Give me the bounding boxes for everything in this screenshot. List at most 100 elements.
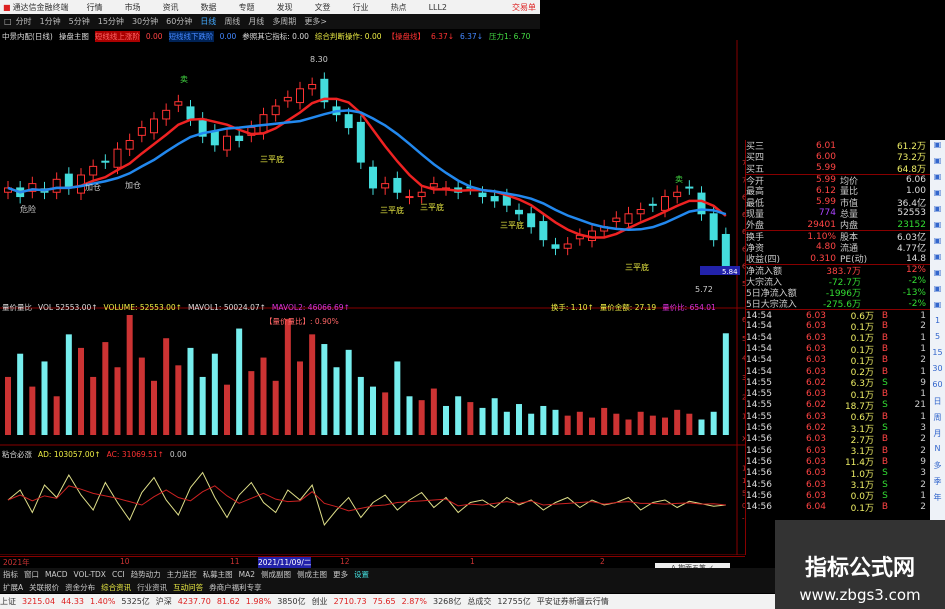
chart-annotation: 三平底	[380, 205, 404, 215]
period-8[interactable]: 月线	[248, 16, 264, 27]
volume-indicator-name[interactable]: 量价量比	[2, 302, 32, 313]
info-link[interactable]: 关联报价	[29, 582, 59, 593]
status-item: 1.98%	[245, 597, 272, 606]
tick-count: 9	[920, 456, 926, 467]
volume-bar	[528, 413, 535, 435]
side-period-7[interactable]: 月	[930, 428, 945, 444]
window-icon[interactable]: □	[4, 17, 12, 26]
side-period-6[interactable]: 周	[930, 412, 945, 428]
tick-side: B	[881, 456, 889, 467]
tool-icon[interactable]: ▣	[930, 284, 945, 300]
info-link[interactable]: 扩展A	[3, 582, 23, 593]
indicator-tab[interactable]: 窗口	[24, 569, 39, 580]
period-7[interactable]: 周线	[224, 16, 240, 27]
tool-icon[interactable]: ▣	[930, 140, 945, 156]
candle	[101, 160, 110, 163]
info-link[interactable]: 资金分布	[65, 582, 95, 593]
side-period-10[interactable]: 季	[930, 476, 945, 492]
volume-bar	[406, 396, 413, 435]
candle	[235, 135, 244, 142]
watermark: 指标公式网 www.zbgs3.com	[775, 520, 945, 609]
tick-count: 3	[920, 423, 926, 434]
indicator-tab[interactable]: 侧成副图	[261, 569, 291, 580]
menu-item[interactable]: 行情	[87, 2, 103, 13]
menu-item[interactable]: LLL2	[429, 3, 447, 12]
candle	[52, 178, 61, 193]
indicator-tab[interactable]: CCI	[112, 570, 125, 579]
candle	[563, 243, 572, 249]
tool-icon[interactable]: ▣	[930, 300, 945, 316]
menu-item[interactable]: 数据	[201, 2, 217, 13]
menu-item[interactable]: 行业	[353, 2, 369, 13]
indicator-tab[interactable]: 侧成主图	[297, 569, 327, 580]
volume-bar	[662, 417, 668, 435]
side-period-8[interactable]: N	[930, 444, 945, 460]
period-5[interactable]: 60分钟	[166, 16, 192, 27]
tick-price: 6.03	[805, 366, 826, 377]
tool-icon[interactable]: ▣	[930, 236, 945, 252]
volume-bar	[29, 386, 36, 435]
status-item: 81.62	[216, 597, 240, 606]
volume-bar	[430, 388, 437, 435]
status-item: 1.40%	[90, 597, 116, 606]
side-period-0[interactable]: 1	[930, 316, 945, 332]
quote-value-2: 6.06	[905, 175, 926, 186]
period-4[interactable]: 30分钟	[132, 16, 158, 27]
volume-bar	[625, 419, 632, 435]
indicator-tab[interactable]: 私募主图	[203, 569, 233, 580]
ad-indicator-name[interactable]: 粘合必涨	[2, 449, 32, 460]
menu-item[interactable]: 发现	[277, 2, 293, 13]
volume-bar	[613, 413, 620, 435]
menu-item[interactable]: 文登	[315, 2, 331, 13]
menu-item[interactable]: 资讯	[163, 2, 179, 13]
menu-item[interactable]: 市场	[125, 2, 141, 13]
period-9[interactable]: 多周期	[272, 16, 296, 27]
volume-bar	[65, 334, 72, 435]
indicator-tab[interactable]: 设置	[354, 569, 369, 580]
period-2[interactable]: 5分钟	[69, 16, 90, 27]
info-link[interactable]: 互动问答	[173, 582, 203, 593]
indicator-tab[interactable]: MA2	[239, 570, 255, 579]
tick-price: 6.03	[805, 310, 826, 321]
menu-item[interactable]: 专题	[239, 2, 255, 13]
indicator-tab[interactable]: 更多	[333, 569, 348, 580]
side-period-2[interactable]: 15	[930, 348, 945, 364]
indicator-tab[interactable]: 指标	[3, 569, 18, 580]
tool-icon[interactable]: ▣	[930, 156, 945, 172]
period-6[interactable]: 日线	[200, 16, 216, 27]
chart-area[interactable]: 7.207.006.806.606.406.206.005.808.305.72…	[0, 40, 745, 555]
tool-icon[interactable]: ▣	[930, 188, 945, 204]
trade-button[interactable]: 交易单	[512, 2, 536, 13]
side-period-3[interactable]: 30	[930, 364, 945, 380]
quote-value: 6.01	[815, 140, 836, 151]
ad-value: AD: 103057.00↑	[38, 450, 101, 459]
volume-bar	[284, 318, 291, 435]
candle	[685, 186, 694, 189]
tool-icon[interactable]: ▣	[930, 220, 945, 236]
period-0[interactable]: 分时	[16, 16, 32, 27]
menu-item[interactable]: 热点	[391, 2, 407, 13]
info-link[interactable]: 券商户福利专享	[209, 582, 262, 593]
info-link[interactable]: 行业资讯	[137, 582, 167, 593]
period-3[interactable]: 15分钟	[98, 16, 124, 27]
tool-icon[interactable]: ▣	[930, 252, 945, 268]
indicator-tab[interactable]: VOL-TDX	[73, 570, 105, 579]
side-period-5[interactable]: 日	[930, 396, 945, 412]
indicator-tab[interactable]: 主力监控	[167, 569, 197, 580]
tool-icon[interactable]: ▣	[930, 172, 945, 188]
side-period-9[interactable]: 多	[930, 460, 945, 476]
candle	[223, 135, 231, 151]
side-period-11[interactable]: 年	[930, 492, 945, 508]
period-1[interactable]: 1分钟	[40, 16, 61, 27]
period-10[interactable]: 更多>	[304, 16, 327, 27]
side-period-4[interactable]: 60	[930, 380, 945, 396]
tool-icon[interactable]: ▣	[930, 268, 945, 284]
status-item: 创业	[311, 597, 328, 606]
indicator-tab[interactable]: MACD	[45, 570, 67, 579]
indicator-tab[interactable]: 趋势动力	[131, 569, 161, 580]
quote-value: 5.99	[815, 197, 836, 208]
date-label: 1	[470, 557, 475, 566]
tool-icon[interactable]: ▣	[930, 204, 945, 220]
info-link[interactable]: 综合资讯	[101, 582, 131, 593]
side-period-1[interactable]: 5	[930, 332, 945, 348]
